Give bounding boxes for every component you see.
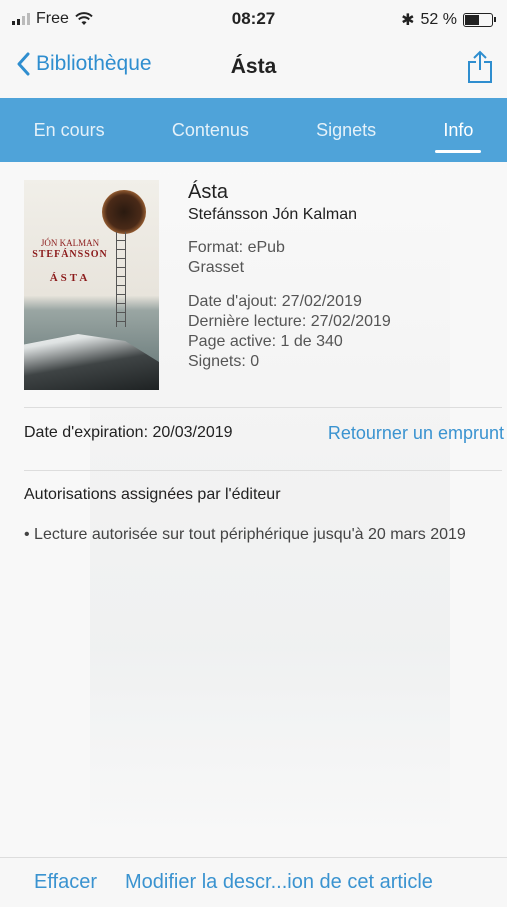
tab-info[interactable]: Info (435, 114, 482, 153)
tab-bar: En cours Contenus Signets Info (0, 98, 507, 162)
format-group: Format: ePub Grasset (188, 238, 488, 278)
share-icon[interactable] (467, 50, 493, 84)
bluetooth-icon: ✱ (401, 12, 415, 29)
content-area: JÓN KALMAN STEFÁNSSON ÁSTA Ásta Stefánss… (0, 162, 507, 857)
cover-author: JÓN KALMAN STEFÁNSSON (30, 238, 110, 260)
last-read: Dernière lecture: 27/02/2019 (188, 313, 391, 330)
tab-signets[interactable]: Signets (308, 114, 384, 147)
bottom-toolbar: Effacer Modifier la descr...ion de cet a… (0, 857, 507, 907)
delete-button[interactable]: Effacer (34, 871, 97, 894)
battery-fill (465, 15, 479, 25)
divider (24, 407, 502, 408)
book-format: Format: ePub (188, 239, 285, 256)
status-right: ✱ 52 % (401, 10, 496, 30)
edit-description-button[interactable]: Modifier la descr...ion de cet article (125, 871, 433, 894)
book-cover: JÓN KALMAN STEFÁNSSON ÁSTA (24, 180, 159, 390)
cover-author-line2: STEFÁNSSON (32, 249, 108, 260)
cover-author-line1: JÓN KALMAN (40, 238, 100, 248)
tab-en-cours[interactable]: En cours (26, 114, 113, 147)
divider (24, 470, 502, 471)
page-title: Ásta (230, 55, 277, 78)
cover-ladder-graphic (116, 232, 126, 327)
cover-hole-graphic (102, 190, 146, 234)
book-title: Ásta (188, 181, 229, 203)
navigation-bar: Bibliothèque Ásta (0, 38, 507, 98)
reading-group: Date d'ajout: 27/02/2019 Dernière lectur… (188, 292, 488, 372)
cover-title: ÁSTA (49, 272, 91, 284)
permissions-title: Autorisations assignées par l'éditeur (24, 486, 281, 503)
date-added: Date d'ajout: 27/02/2019 (188, 293, 362, 310)
book-author: Stefánsson Jón Kalman (188, 206, 357, 223)
battery-percent: 52 % (420, 11, 457, 28)
active-page: Page active: 1 de 340 (188, 333, 343, 350)
status-bar: Free 08:27 ✱ 52 % (0, 0, 507, 38)
battery-icon (463, 13, 496, 27)
return-loan-button[interactable]: Retourner un emprunt (328, 423, 504, 444)
book-info: Ásta Stefánsson Jón Kalman Format: ePub … (188, 180, 488, 372)
expiration-date: Date d'expiration: 20/03/2019 (24, 424, 233, 441)
book-publisher: Grasset (188, 259, 245, 276)
permission-item: • Lecture autorisée sur tout périphériqu… (24, 526, 466, 543)
tab-contenus[interactable]: Contenus (164, 114, 257, 147)
bookmark-count: Signets: 0 (188, 353, 260, 370)
cover-cliff-graphic (24, 334, 159, 390)
